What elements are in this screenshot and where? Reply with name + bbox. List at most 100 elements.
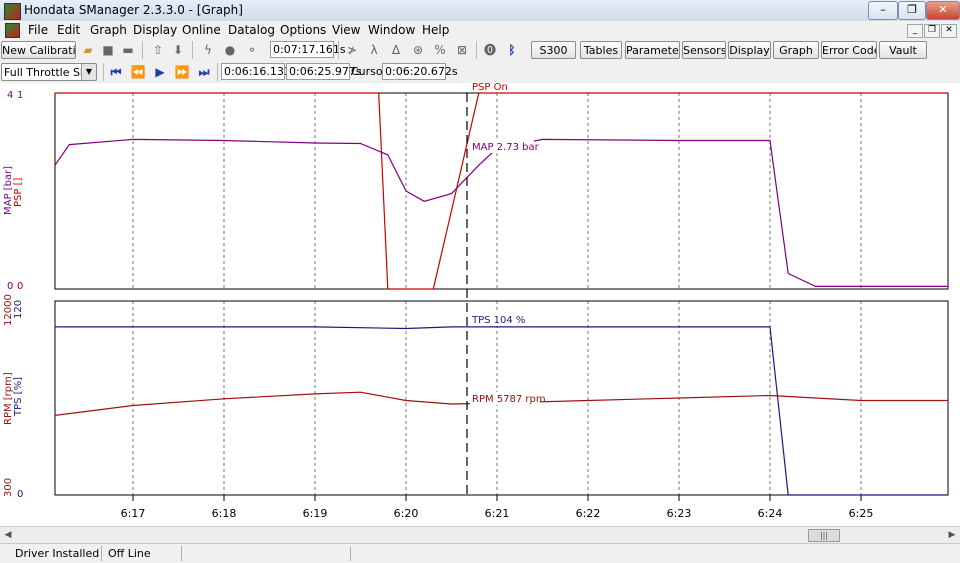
rpm-readout: RPM 5787 rpm (472, 394, 546, 405)
rpm-axis-min: 300 (3, 478, 14, 497)
scroll-thumb[interactable]: ||| (808, 529, 840, 542)
percent-icon[interactable]: % (432, 42, 448, 58)
filter-icon[interactable]: ⊠ (454, 42, 470, 58)
x-tick-label: 6:22 (576, 507, 601, 520)
record-icon[interactable]: ● (222, 42, 238, 58)
mdi-close-button[interactable]: ✕ (941, 24, 957, 38)
chevron-down-icon[interactable]: ▼ (81, 64, 96, 80)
tps-axis-max: 120 (13, 300, 24, 319)
lambda-icon[interactable]: λ (366, 42, 382, 58)
wheel-icon[interactable]: ⊛ (410, 42, 426, 58)
tab-vault[interactable]: Vault (879, 41, 927, 59)
map-axis-max: 4 (7, 90, 13, 101)
app-icon (4, 3, 21, 20)
mdi-minimize-button[interactable]: _ (907, 24, 923, 38)
menu-help[interactable]: Help (422, 23, 449, 37)
tps-readout: TPS 104 % (471, 315, 525, 326)
save-icon[interactable]: ■ (100, 42, 116, 58)
maximize-button[interactable]: ❐ (898, 1, 926, 20)
datalog-icon[interactable]: ⚬ (244, 42, 260, 58)
graph-area[interactable]: 4 1 0 0 MAP [bar] PSP [] 12000 120 300 0… (0, 82, 960, 526)
psp-readout: PSP On (472, 83, 508, 93)
title-bar: Hondata SManager 2.3.3.0 - [Graph] – ❐ ✕ (0, 0, 960, 22)
tab-error-codes[interactable]: Error Codes (821, 41, 877, 59)
x-tick-label: 6:23 (667, 507, 692, 520)
menu-view[interactable]: View (332, 23, 360, 37)
menu-bar: File Edit Graph Display Online Datalog O… (0, 21, 960, 39)
flash-icon[interactable]: ϟ (200, 42, 216, 58)
separator (103, 63, 104, 81)
x-tick-label: 6:17 (121, 507, 146, 520)
fast-forward-icon[interactable]: ⏩ (174, 64, 190, 80)
minimize-button[interactable]: – (868, 1, 898, 20)
menu-display[interactable]: Display (133, 23, 177, 37)
tps-axis-label: TPS [%] (13, 377, 24, 417)
tab-graph[interactable]: Graph (773, 41, 819, 59)
folder-icon[interactable]: ▬ (120, 42, 136, 58)
tps-axis-min: 0 (17, 489, 23, 500)
menu-datalog[interactable]: Datalog (228, 23, 275, 37)
status-connection: Off Line (108, 547, 151, 560)
mdi-restore-button[interactable]: ❐ (924, 24, 940, 38)
rewind-icon[interactable]: ⏪ (130, 64, 146, 80)
separator (101, 546, 102, 561)
menu-file[interactable]: File (28, 23, 48, 37)
psp-axis-max: 1 (17, 90, 23, 101)
tab-parameters[interactable]: Parameters (625, 41, 680, 59)
range-end-display: 0:06:25.977s (286, 63, 362, 80)
bluetooth-icon[interactable]: ᛒ (504, 42, 520, 58)
menu-online[interactable]: Online (182, 23, 221, 37)
map-axis-min: 0 (7, 281, 13, 292)
cursor-time-display: 0:06:20.672s (382, 63, 458, 80)
x-tick-label: 6:18 (212, 507, 237, 520)
close-button[interactable]: ✕ (926, 1, 960, 20)
elapsed-time-display: 0:07:17.161s (270, 41, 346, 58)
tab-display[interactable]: Display (728, 41, 771, 59)
status-driver: Driver Installed (15, 547, 100, 560)
skip-start-icon[interactable]: ⏮ (108, 64, 124, 80)
menu-edit[interactable]: Edit (57, 23, 80, 37)
tab-tables[interactable]: Tables (580, 41, 622, 59)
timing-icon[interactable]: ≯ (344, 42, 360, 58)
psp-axis-label: PSP [] (13, 178, 24, 207)
tab-sensors[interactable]: Sensors (682, 41, 726, 59)
separator (192, 41, 193, 59)
new-calibration-button[interactable]: New Calibration (1, 41, 76, 59)
open-folder-icon[interactable]: ▰ (80, 42, 96, 58)
map-readout: MAP 2.73 bar (472, 142, 540, 153)
main-toolbar: New Calibration ▰ ■ ▬ ⇧ ⬇ ϟ ● ⚬ 0:07:17.… (0, 39, 960, 61)
x-tick-label: 6:19 (303, 507, 328, 520)
graph-canvas[interactable]: 4 1 0 0 MAP [bar] PSP [] 12000 120 300 0… (0, 82, 960, 526)
separator (350, 546, 351, 561)
separator (181, 546, 182, 561)
graph-toolbar: Full Throttle Shift ▼ ⏮ ⏪ ▶ ⏩ ⏭ 0:06:16.… (0, 61, 960, 84)
document-icon (5, 23, 20, 38)
range-start-display: 0:06:16.133s (221, 63, 297, 80)
menu-graph[interactable]: Graph (90, 23, 127, 37)
x-tick-label: 6:25 (849, 507, 874, 520)
series-psp-line (55, 92, 948, 290)
preset-select[interactable]: Full Throttle Shift ▼ (1, 63, 97, 81)
upload-icon[interactable]: ⇧ (150, 42, 166, 58)
horizontal-scrollbar[interactable]: ◀ ||| ▶ (0, 526, 960, 543)
knock-icon[interactable]: Δ (388, 42, 404, 58)
separator (476, 41, 477, 59)
skip-end-icon[interactable]: ⏭ (196, 64, 212, 80)
menu-window[interactable]: Window (368, 23, 415, 37)
series-tps-line (55, 326, 948, 496)
top-panel-frame (54, 92, 949, 290)
info-icon[interactable]: ⓿ (482, 42, 498, 58)
x-tick-label: 6:20 (394, 507, 419, 520)
download-icon[interactable]: ⬇ (170, 42, 186, 58)
scroll-right-icon[interactable]: ▶ (946, 530, 958, 540)
x-tick-label: 6:24 (758, 507, 783, 520)
tab-s300[interactable]: S300 (531, 41, 576, 59)
separator (217, 63, 218, 81)
scroll-left-icon[interactable]: ◀ (2, 530, 14, 540)
play-icon[interactable]: ▶ (152, 64, 168, 80)
menu-options[interactable]: Options (280, 23, 326, 37)
status-bar: Driver Installed Off Line (0, 543, 960, 563)
separator (142, 41, 143, 59)
psp-axis-min: 0 (17, 281, 23, 292)
separator (338, 41, 339, 59)
